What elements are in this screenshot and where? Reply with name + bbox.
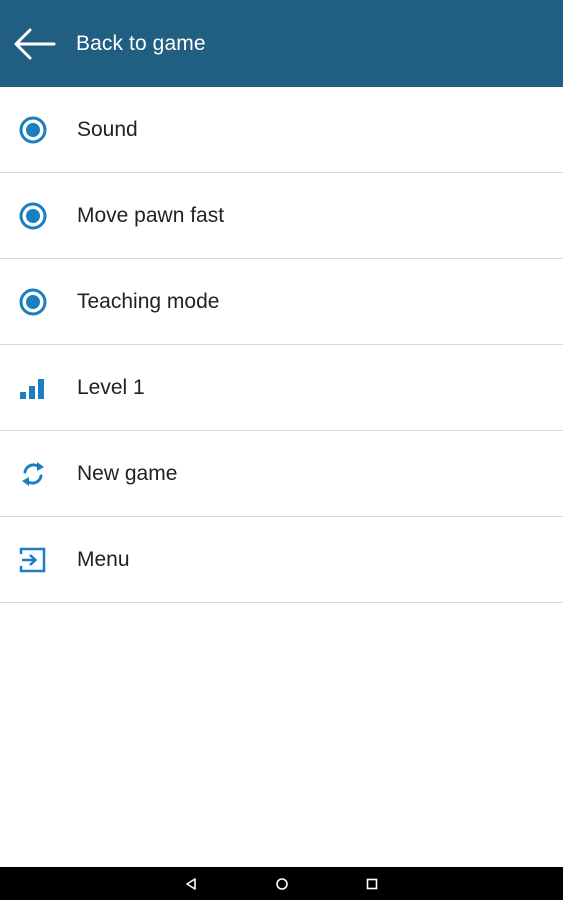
menu-item-label: Menu [77, 547, 130, 571]
radio-selected-icon [16, 285, 50, 319]
back-triangle-icon[interactable] [171, 867, 211, 900]
radio-selected-icon [16, 113, 50, 147]
menu-item-menu[interactable]: Menu [0, 517, 563, 603]
menu-item-move-pawn-fast[interactable]: Move pawn fast [0, 173, 563, 259]
menu-item-level[interactable]: Level 1 [0, 345, 563, 431]
app-bar: Back to game [0, 0, 563, 87]
radio-selected-icon [16, 199, 50, 233]
home-circle-icon[interactable] [262, 867, 302, 900]
back-to-game-label: Back to game [76, 31, 206, 55]
arrow-left-icon [12, 27, 56, 61]
exit-icon [16, 543, 50, 577]
menu-item-label: Move pawn fast [77, 203, 225, 227]
menu-item-sound[interactable]: Sound [0, 87, 563, 173]
recents-square-icon[interactable] [352, 867, 392, 900]
system-navigation-bar [0, 867, 563, 900]
menu-item-label: Teaching mode [77, 289, 220, 313]
back-to-game-button[interactable]: Back to game [0, 0, 206, 87]
refresh-icon [16, 457, 50, 491]
signal-bars-icon [16, 371, 50, 405]
menu-item-label: Sound [77, 117, 138, 141]
menu-item-label: Level 1 [77, 375, 145, 399]
settings-screen: Back to game Sound Move pawn fast Teachi… [0, 0, 563, 900]
options-list: Sound Move pawn fast Teaching mode Level… [0, 87, 563, 603]
menu-item-new-game[interactable]: New game [0, 431, 563, 517]
menu-item-label: New game [77, 461, 178, 485]
menu-item-teaching-mode[interactable]: Teaching mode [0, 259, 563, 345]
